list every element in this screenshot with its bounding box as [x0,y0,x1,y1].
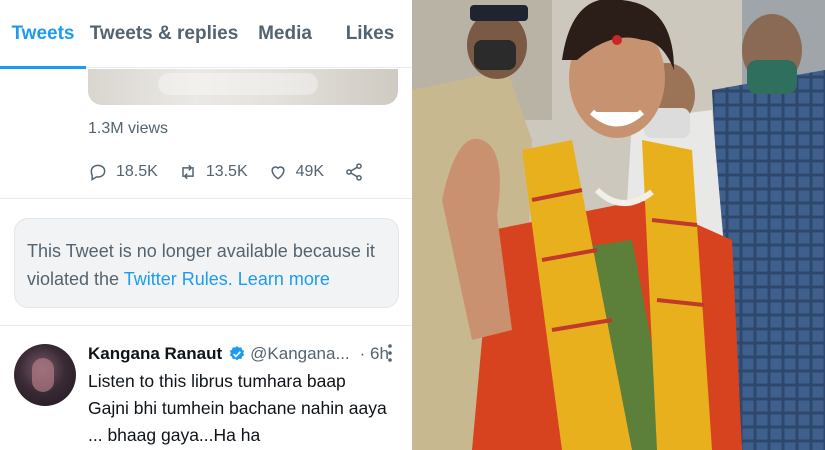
tab-tweets[interactable]: Tweets [0,0,86,69]
retweet-count: 13.5K [205,163,248,180]
divider [0,198,412,199]
avatar[interactable] [14,344,76,406]
unavailable-tweet-notice: This Tweet is no longer available becaus… [14,218,399,308]
more-icon[interactable] [384,342,396,364]
tweet-header: Kangana Ranaut @Kangana... · 6h [88,342,389,366]
divider [0,325,412,326]
share-icon [346,163,362,181]
tweet-actions: 18.5K 13.5K 49K [88,158,392,186]
verified-icon [230,346,245,361]
profile-tabs: Tweets Tweets & replies Media Likes [0,0,412,69]
retweet-icon [182,164,194,180]
tweet-media-preview[interactable] [88,69,398,105]
author-handle[interactable]: @Kangana... [250,344,350,364]
reply-button[interactable]: 18.5K [88,162,158,182]
tab-tweets-replies[interactable]: Tweets & replies [86,0,242,68]
share-button[interactable] [344,162,372,182]
tweet-text: Listen to this librus tumhara baap Gajni… [88,371,387,445]
learn-more-link[interactable]: Learn more [238,269,330,289]
news-photo [412,0,825,450]
view-count: 1.3M views [88,120,169,137]
tab-media[interactable]: Media [242,0,328,68]
reply-count: 18.5K [116,163,158,180]
photo-illustration [412,0,825,450]
twitter-panel: Tweets Tweets & replies Media Likes 1.3M… [0,0,412,450]
like-count: 49K [295,163,325,180]
twitter-rules-link[interactable]: Twitter Rules. [124,269,233,289]
retweet-button[interactable]: 13.5K [178,162,248,182]
like-button[interactable]: 49K [268,162,324,182]
reply-icon [90,164,106,181]
like-icon [271,166,285,180]
author-name[interactable]: Kangana Ranaut [88,344,222,364]
tab-likes[interactable]: Likes [328,0,412,68]
